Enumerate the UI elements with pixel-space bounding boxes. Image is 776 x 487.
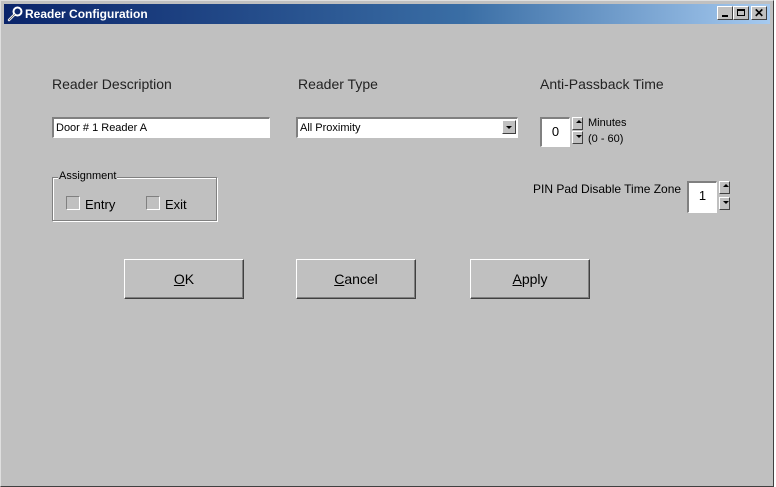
anti-passback-range: (0 - 60) xyxy=(588,133,624,145)
exit-checkbox[interactable] xyxy=(146,196,160,210)
reader-configuration-window: Reader Configuration ✕ Reader Descriptio… xyxy=(0,0,774,487)
cancel-button[interactable]: Cancel xyxy=(296,259,416,299)
anti-passback-stepper[interactable]: 0 xyxy=(540,117,570,147)
minimize-button[interactable] xyxy=(717,6,733,20)
arrow-down-icon xyxy=(576,135,582,138)
wrench-icon xyxy=(7,6,23,22)
reader-description-label: Reader Description xyxy=(52,76,172,92)
anti-passback-up-button[interactable] xyxy=(572,117,583,130)
reader-description-input[interactable]: Door # 1 Reader A xyxy=(52,117,270,138)
close-icon: ✕ xyxy=(753,6,765,20)
minimize-icon xyxy=(722,15,728,17)
cancel-label-rest: ancel xyxy=(344,271,378,287)
title-bar[interactable]: Reader Configuration ✕ xyxy=(4,4,770,24)
anti-passback-down-button[interactable] xyxy=(572,131,583,144)
reader-type-label: Reader Type xyxy=(298,76,378,92)
apply-label-rest: pply xyxy=(521,271,548,287)
assignment-title: Assignment xyxy=(58,170,118,182)
pin-pad-label: PIN Pad Disable Time Zone xyxy=(533,182,682,196)
reader-type-select[interactable]: All Proximity xyxy=(296,117,518,138)
ok-button[interactable]: OK xyxy=(124,259,244,299)
chevron-down-icon xyxy=(506,126,512,129)
reader-type-value: All Proximity xyxy=(300,122,361,134)
close-button[interactable]: ✕ xyxy=(751,6,767,20)
pin-pad-stepper[interactable]: 1 xyxy=(687,181,717,213)
maximize-button[interactable] xyxy=(733,6,749,20)
entry-checkbox[interactable] xyxy=(66,196,80,210)
anti-passback-unit: Minutes xyxy=(588,117,627,129)
pin-pad-down-button[interactable] xyxy=(719,197,730,210)
ok-mnemonic: O xyxy=(173,271,185,287)
ok-label-rest: K xyxy=(184,271,195,287)
window-title: Reader Configuration xyxy=(25,7,148,21)
apply-mnemonic: A xyxy=(512,271,522,287)
cancel-mnemonic: C xyxy=(334,271,345,287)
dropdown-button[interactable] xyxy=(502,120,516,134)
maximize-icon xyxy=(737,9,745,16)
arrow-down-icon xyxy=(723,201,729,204)
arrow-up-icon xyxy=(576,120,582,123)
exit-label: Exit xyxy=(165,197,187,212)
anti-passback-label: Anti-Passback Time xyxy=(540,76,664,92)
apply-button[interactable]: Apply xyxy=(470,259,590,299)
arrow-up-icon xyxy=(723,184,729,187)
pin-pad-up-button[interactable] xyxy=(719,181,730,194)
entry-label: Entry xyxy=(85,197,116,212)
